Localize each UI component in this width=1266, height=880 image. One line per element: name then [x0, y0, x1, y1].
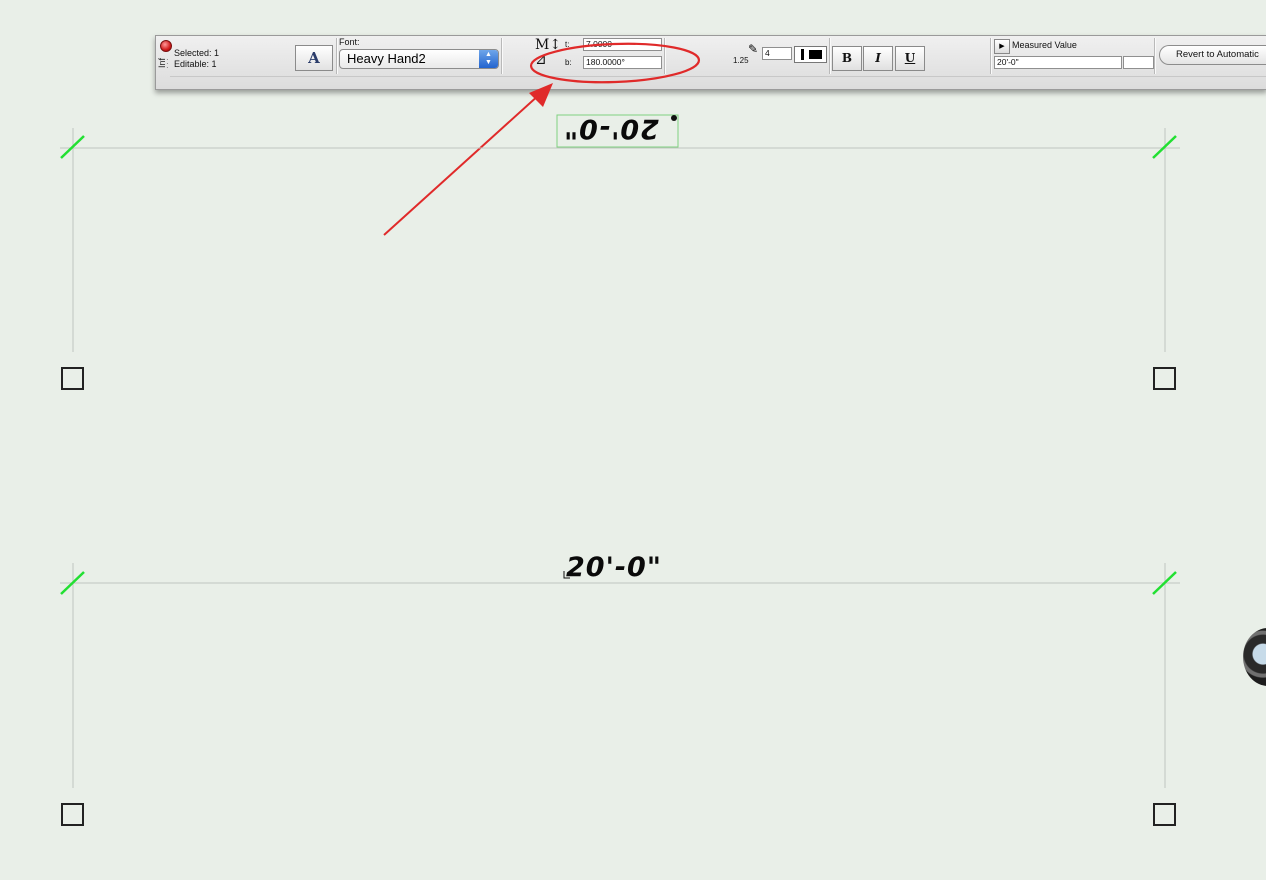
object-info-bar: · · · Inf Selected: 1 Editable: 1 A Font: …: [155, 35, 1266, 90]
angle-field[interactable]: 180.0000°: [583, 56, 662, 69]
object-handle[interactable]: [1153, 803, 1176, 826]
t-label: t:: [565, 40, 570, 49]
font-select-value: Heavy Hand2: [347, 51, 426, 66]
thickness-field[interactable]: 4: [762, 47, 792, 60]
measured-unit-field[interactable]: [1123, 56, 1154, 69]
font-select[interactable]: Heavy Hand2 ▲ ▼: [339, 49, 499, 69]
chevron-updown-icon: ▲ ▼: [479, 50, 498, 68]
object-handle[interactable]: [61, 803, 84, 826]
tick-mark: [1152, 135, 1177, 159]
text-handle: [671, 115, 677, 121]
angle-icon: ⊿: [535, 52, 547, 68]
t-field[interactable]: 7.0000: [583, 38, 662, 51]
revert-to-automatic-button[interactable]: Revert to Automatic: [1159, 45, 1266, 65]
selected-count: Selected: 1: [174, 48, 220, 58]
editable-count: Editable: 1: [174, 59, 217, 69]
line-style-icon[interactable]: [794, 46, 827, 63]
font-label: Font:: [339, 37, 360, 47]
font-style-button[interactable]: A: [295, 45, 333, 71]
measured-value-field[interactable]: 20'-0": [994, 56, 1122, 69]
disclosure-icon[interactable]: ▶: [994, 39, 1010, 54]
underline-button[interactable]: U: [895, 46, 925, 71]
tick-mark: [60, 571, 85, 595]
object-handle[interactable]: [61, 367, 84, 390]
camera-icon[interactable]: [1243, 628, 1266, 686]
pen-weight: 1.25: [733, 56, 749, 65]
dimension-text-bottom[interactable]: 20'-0": [566, 552, 662, 583]
object-handle[interactable]: [1153, 367, 1176, 390]
b-label: b:: [565, 58, 572, 67]
info-side-label: Inf: [157, 57, 167, 68]
close-icon[interactable]: [160, 40, 172, 52]
text-size-icon: M↕: [535, 37, 562, 53]
dimension-text-top[interactable]: 20'-0": [563, 113, 659, 144]
bold-button[interactable]: B: [832, 46, 862, 71]
tick-mark: [1152, 571, 1177, 595]
italic-button[interactable]: I: [863, 46, 893, 71]
annotation-arrow: [383, 93, 541, 236]
measured-label: Measured Value: [1012, 40, 1077, 50]
tick-mark: [60, 135, 85, 159]
pen-icon: ✎: [748, 42, 759, 56]
